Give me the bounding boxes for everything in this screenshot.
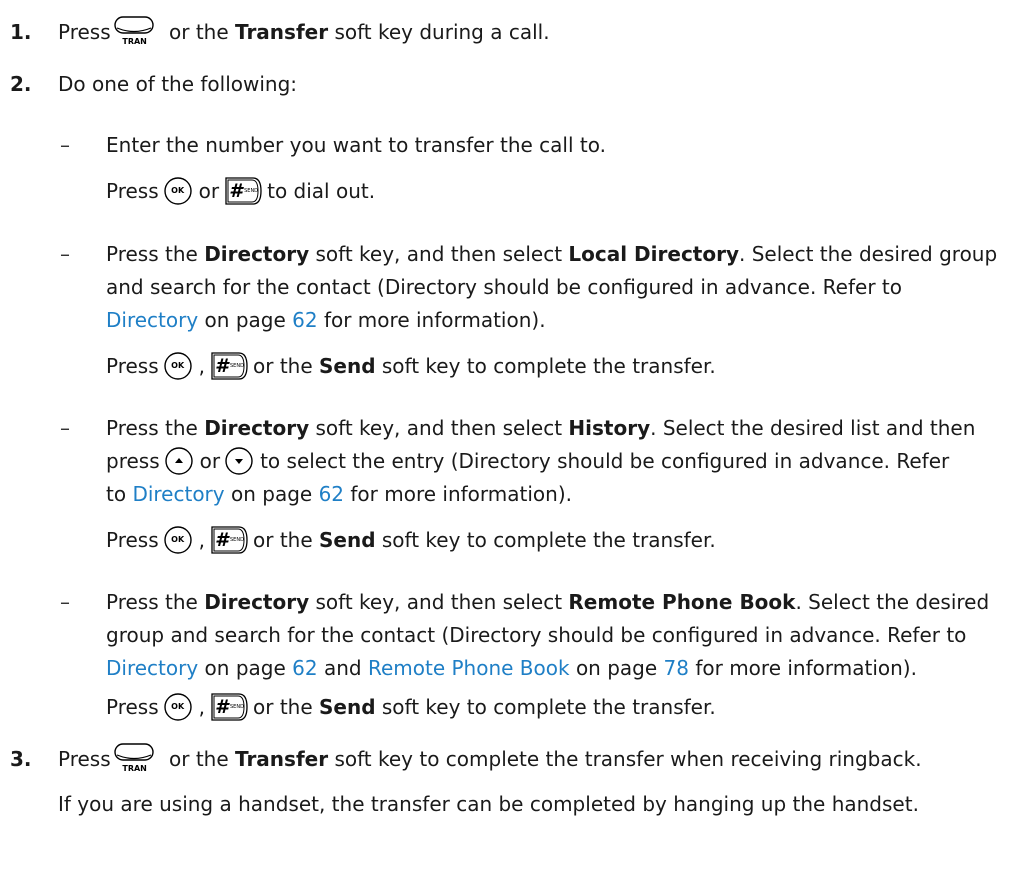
option-2-line-4: Press OK, # SEND or the Send soft key to com… [106, 351, 716, 383]
option-2-line-2: and search for the contact (Directory sh… [106, 275, 902, 299]
directory-link[interactable]: Directory [132, 482, 224, 506]
directory-link[interactable]: Directory [106, 308, 198, 332]
option-4-line-2: group and search for the contact (Direct… [106, 623, 967, 647]
option-1-line-2: Press OK or # SEND to dial out. [106, 176, 375, 208]
page-link[interactable]: 78 [664, 656, 689, 680]
option-4-line-4: Press OK, # SEND or the Send soft key to com… [106, 692, 716, 724]
option-4-line-3: Directory on page 62 and Remote Phone Bo… [106, 656, 917, 680]
option-3-line-1: Press the Directory soft key, and then s… [106, 416, 976, 440]
send-key-icon: # SEND [209, 692, 249, 722]
page-link[interactable]: 62 [292, 308, 317, 332]
step-number: 1. [10, 20, 32, 44]
step-1-text: Press TRAN or the Transfer soft key durin… [58, 15, 550, 49]
option-3-line-3: to Directory on page 62 for more informa… [106, 482, 573, 506]
step-3-note: If you are using a handset, the transfer… [58, 792, 919, 816]
step-number: 2. [10, 72, 32, 96]
option-2-line-3: Directory on page 62 for more informatio… [106, 308, 546, 332]
step-3-text: Press TRAN or the Transfer soft key to co… [58, 742, 922, 776]
ok-key-icon: OK [163, 176, 193, 206]
bullet-dash: – [60, 242, 70, 266]
tran-key-icon: TRAN [113, 742, 157, 773]
option-2-line-1: Press the Directory soft key, and then s… [106, 242, 998, 266]
ok-key-icon: OK [163, 351, 193, 381]
ok-key-icon: OK [163, 525, 193, 555]
page-link[interactable]: 62 [319, 482, 344, 506]
send-key-icon: # SEND [209, 525, 249, 555]
bullet-dash: – [60, 133, 70, 157]
down-arrow-key-icon [224, 446, 254, 476]
bullet-dash: – [60, 416, 70, 440]
send-key-icon: # SEND [209, 351, 249, 381]
remote-phone-book-link[interactable]: Remote Phone Book [368, 656, 570, 680]
step-2-text: Do one of the following: [58, 72, 298, 96]
page-link[interactable]: 62 [292, 656, 317, 680]
option-3-line-4: Press OK, # SEND or the Send soft key to com… [106, 525, 716, 557]
ok-key-icon: OK [163, 692, 193, 722]
directory-link[interactable]: Directory [106, 656, 198, 680]
option-3-line-2: press or to select the entry (Directory sh… [106, 446, 949, 478]
option-1-line-1: Enter the number you want to transfer th… [106, 133, 606, 157]
step-number: 3. [10, 747, 32, 771]
up-arrow-key-icon [164, 446, 194, 476]
tran-key-icon: TRAN [113, 15, 157, 46]
bullet-dash: – [60, 590, 70, 614]
option-4-line-1: Press the Directory soft key, and then s… [106, 590, 990, 614]
send-key-icon: # SEND [223, 176, 263, 206]
